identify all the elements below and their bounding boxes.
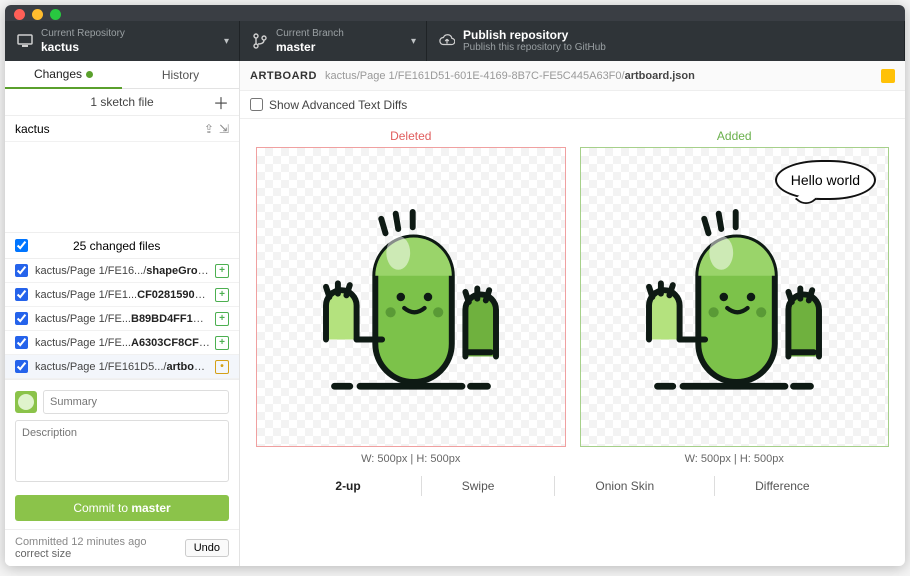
deleted-dims: W: 500px | H: 500px (256, 453, 566, 465)
file-name: kactus/Page 1/FE...B89BD4FF1B 2.json (35, 313, 211, 325)
repo-value: kactus (41, 40, 125, 54)
added-label: Added (580, 129, 890, 143)
separator (534, 476, 555, 496)
publish-button[interactable]: Publish repository Publish this reposito… (427, 21, 905, 61)
view-mode-tabs: 2-up Swipe Onion Skin Difference (256, 473, 889, 499)
export-icon[interactable]: ⇪ (204, 122, 214, 136)
branch-selector[interactable]: Current Branch master ▾ (240, 21, 427, 61)
changed-files-header: 25 changed files (5, 232, 239, 259)
advanced-diff-label: Show Advanced Text Diffs (269, 98, 407, 112)
add-sketch-button[interactable]: ＋ (213, 90, 229, 114)
advanced-diff-checkbox[interactable] (250, 98, 263, 111)
file-item[interactable]: kactus/Page 1/FE1...CF02815907 2.json + (5, 283, 239, 307)
deleted-artboard (256, 147, 566, 447)
advanced-diff-row: Show Advanced Text Diffs (240, 91, 905, 119)
file-name: kactus/Page 1/FE161D5.../artboard.json (35, 361, 211, 373)
branch-value: master (276, 40, 344, 54)
file-checkbox[interactable] (15, 336, 28, 349)
cloud-upload-icon (439, 34, 455, 48)
file-name: kactus/Page 1/FE16.../shapeGroup.json (35, 265, 211, 277)
status-badge: • (215, 360, 229, 374)
repo-selector[interactable]: Current Repository kactus ▾ (5, 21, 240, 61)
tab-changes-label: Changes (34, 67, 82, 81)
status-badge: + (215, 312, 229, 326)
speech-bubble: Hello world (775, 160, 876, 200)
status-badge: + (215, 264, 229, 278)
added-dims: W: 500px | H: 500px (580, 453, 890, 465)
undo-button[interactable]: Undo (185, 539, 229, 557)
status-badge: + (215, 288, 229, 302)
project-row[interactable]: kactus ⇪ ⇲ (5, 116, 239, 143)
project-name: kactus (15, 122, 50, 136)
commit-button-prefix: Commit to (73, 501, 131, 515)
commit-button[interactable]: Commit to master (15, 495, 229, 521)
changed-count: 25 changed files (73, 239, 160, 253)
tab-changes[interactable]: Changes (5, 61, 122, 89)
added-column: Added (580, 129, 890, 465)
cactus-illustration (300, 187, 521, 408)
separator (401, 476, 422, 496)
cactus-illustration (624, 187, 845, 408)
commit-summary-input[interactable] (43, 390, 229, 414)
file-item[interactable]: kactus/Page 1/FE...A6303CF8CF 2.json + (5, 331, 239, 355)
commit-form: Commit to master (5, 379, 239, 529)
file-checkbox[interactable] (15, 264, 28, 277)
monitor-icon (17, 34, 33, 48)
import-icon[interactable]: ⇲ (219, 122, 229, 136)
close-icon[interactable] (14, 9, 25, 20)
file-list: kactus/Page 1/FE16.../shapeGroup.json+ka… (5, 259, 239, 379)
sidebar: Changes History 1 sketch file ＋ kactus ⇪… (5, 61, 240, 566)
commit-description-input[interactable] (15, 420, 229, 482)
deleted-label: Deleted (256, 129, 566, 143)
zoom-icon[interactable] (50, 9, 61, 20)
commit-button-branch: master (131, 501, 170, 515)
view-mode-swipe[interactable]: Swipe (452, 473, 505, 499)
changes-dot-icon (86, 71, 93, 78)
toolbar: Current Repository kactus ▾ Current Bran… (5, 21, 905, 61)
app-window: Current Repository kactus ▾ Current Bran… (5, 5, 905, 566)
file-checkbox[interactable] (15, 360, 28, 373)
artboard-label: ARTBOARD (250, 70, 317, 82)
titlebar (5, 5, 905, 21)
tab-history-label: History (162, 68, 199, 82)
view-mode-2-up[interactable]: 2-up (325, 473, 370, 499)
last-commit-time: Committed 12 minutes ago (15, 536, 185, 548)
branch-icon (252, 33, 268, 49)
last-commit-row: Committed 12 minutes ago correct size Un… (5, 529, 239, 566)
status-badge: + (215, 336, 229, 350)
path-grey: kactus/Page 1/FE161D51-601E-4169-8B7C-FE… (325, 70, 625, 82)
view-mode-difference[interactable]: Difference (745, 473, 819, 499)
file-checkbox[interactable] (15, 312, 28, 325)
avatar (15, 391, 37, 413)
deleted-column: Deleted (256, 129, 566, 465)
added-artboard: Hello world (580, 147, 890, 447)
branch-label: Current Branch (276, 28, 344, 40)
diff-pane: ARTBOARD kactus/Page 1/FE161D51-601E-416… (240, 61, 905, 566)
sketch-file-row: 1 sketch file ＋ (5, 89, 239, 116)
modified-badge-icon (881, 69, 895, 83)
path-bar: ARTBOARD kactus/Page 1/FE161D51-601E-416… (240, 61, 905, 91)
chevron-down-icon: ▾ (411, 36, 416, 47)
file-name: kactus/Page 1/FE1...CF02815907 2.json (35, 289, 211, 301)
minimize-icon[interactable] (32, 9, 43, 20)
select-all-checkbox[interactable] (15, 239, 28, 252)
sketch-file-label: 1 sketch file (90, 95, 153, 109)
publish-subtitle: Publish this repository to GitHub (463, 42, 606, 54)
last-commit-msg: correct size (15, 548, 185, 560)
chevron-down-icon: ▾ (224, 36, 229, 47)
file-item[interactable]: kactus/Page 1/FE161D5.../artboard.json • (5, 355, 239, 379)
file-item[interactable]: kactus/Page 1/FE...B89BD4FF1B 2.json + (5, 307, 239, 331)
path-file: artboard.json (625, 70, 695, 82)
file-item[interactable]: kactus/Page 1/FE16.../shapeGroup.json + (5, 259, 239, 283)
file-name: kactus/Page 1/FE...A6303CF8CF 2.json (35, 337, 211, 349)
separator (694, 476, 715, 496)
tab-history[interactable]: History (122, 61, 239, 89)
view-mode-onion-skin[interactable]: Onion Skin (585, 473, 664, 499)
publish-title: Publish repository (463, 28, 606, 42)
repo-label: Current Repository (41, 28, 125, 40)
file-checkbox[interactable] (15, 288, 28, 301)
